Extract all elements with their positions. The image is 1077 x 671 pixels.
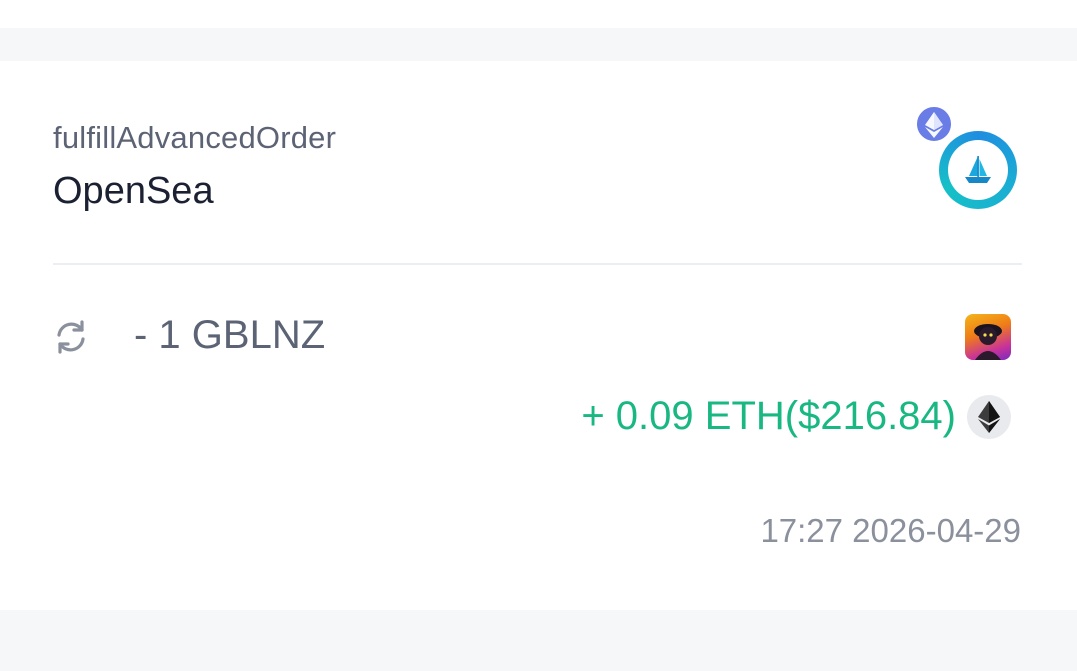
transaction-timestamp: 17:27 2026-04-29	[760, 512, 1021, 549]
section-separator-top	[0, 28, 1077, 61]
sent-amount: - 1 GBLNZ	[134, 313, 326, 357]
section-separator-bottom	[0, 610, 1077, 671]
eth-token-icon	[967, 395, 1011, 439]
divider	[53, 263, 1022, 265]
transaction-card[interactable]: fulfillAdvancedOrder OpenSea - 1 GBLNZ +…	[0, 61, 1077, 610]
gblnz-nft-icon	[965, 314, 1011, 360]
transaction-method: fulfillAdvancedOrder	[53, 120, 337, 155]
refresh-icon	[57, 320, 85, 354]
page: fulfillAdvancedOrder OpenSea - 1 GBLNZ +…	[0, 0, 1077, 671]
ethereum-chain-badge-icon	[915, 105, 953, 143]
received-amount: + 0.09 ETH($216.84)	[581, 394, 956, 438]
dapp-name: OpenSea	[53, 170, 214, 212]
opensea-logo-icon	[939, 131, 1017, 209]
